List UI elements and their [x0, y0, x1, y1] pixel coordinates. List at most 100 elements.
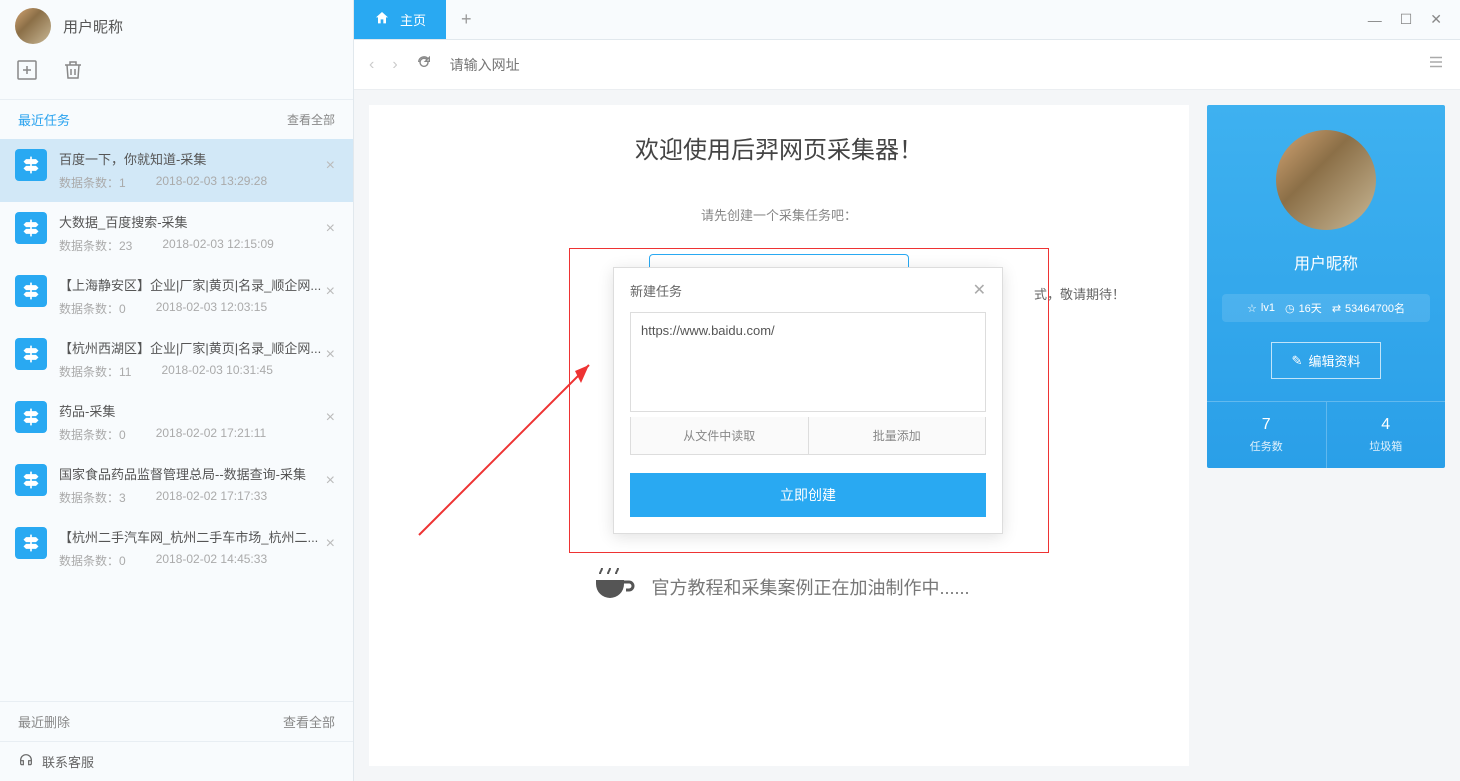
task-close-icon[interactable]: × — [326, 409, 335, 427]
welcome-subtitle: 请先创建一个采集任务吧： — [394, 205, 1164, 224]
task-close-icon[interactable]: × — [326, 346, 335, 364]
minimize-button[interactable]: — — [1368, 12, 1382, 28]
task-item[interactable]: 国家食品药品监督管理总局--数据查询-采集数据条数：3 2018-02-02 17… — [0, 454, 353, 517]
avatar-large[interactable] — [1276, 130, 1376, 230]
profile-tags: ☆ lv1 ◷ 16天 ⇄ 53464700名 — [1222, 294, 1430, 322]
task-title: 【杭州西湖区】企业|厂家|黄页|名录_顺企网... — [59, 338, 338, 357]
dialog-options: 从文件中读取 批量添加 — [630, 417, 986, 455]
recent-delete-header: 最近删除 查看全部 — [0, 702, 353, 741]
task-title: 药品-采集 — [59, 401, 338, 420]
stat-trash[interactable]: 4 垃圾箱 — [1327, 402, 1446, 468]
dialog-title: 新建任务 — [630, 281, 682, 300]
task-time: 2018-02-03 12:03:15 — [156, 300, 267, 317]
task-title: 【上海静安区】企业|厂家|黄页|名录_顺企网... — [59, 275, 338, 294]
task-close-icon[interactable]: × — [326, 535, 335, 553]
signpost-icon — [15, 464, 47, 496]
signpost-icon — [15, 149, 47, 181]
avatar-small[interactable] — [15, 8, 51, 44]
signpost-icon — [15, 401, 47, 433]
task-count: 数据条数：11 — [59, 363, 131, 380]
task-item[interactable]: 【杭州二手汽车网_杭州二手车市场_杭州二... 数据条数：0 2018-02-02 … — [0, 517, 353, 580]
tab-bar: 主页 + — ☐ ✕ — [354, 0, 1460, 40]
signpost-icon — [15, 527, 47, 559]
days-tag: ◷ 16天 — [1285, 300, 1322, 316]
task-close-icon[interactable]: × — [326, 157, 335, 175]
maximize-button[interactable]: ☐ — [1400, 11, 1413, 28]
nav-forward-icon[interactable]: › — [392, 56, 397, 74]
edit-profile-label: 编辑资料 — [1308, 351, 1360, 370]
new-task-icon[interactable] — [15, 58, 39, 87]
sidebar-actions — [0, 52, 353, 99]
stat-trash-num: 4 — [1327, 416, 1446, 434]
hamburger-icon[interactable] — [1427, 53, 1445, 76]
home-icon — [374, 10, 390, 29]
task-item[interactable]: 百度一下，你就知道-采集数据条数：1 2018-02-03 13:29:28 × — [0, 139, 353, 202]
url-bar: ‹ › — [354, 40, 1460, 90]
task-title: 百度一下，你就知道-采集 — [59, 149, 338, 168]
recent-tasks-header: 最近任务 查看全部 — [0, 99, 353, 139]
tab-home[interactable]: 主页 — [354, 0, 446, 39]
edit-profile-button[interactable]: ✎ 编辑资料 — [1271, 342, 1382, 379]
task-count: 数据条数：3 — [59, 489, 126, 506]
pencil-icon: ✎ — [1292, 353, 1303, 369]
coffee-icon — [588, 564, 636, 609]
tab-add[interactable]: + — [446, 0, 487, 39]
dialog-close-icon[interactable]: ✕ — [973, 280, 986, 300]
tab-home-label: 主页 — [400, 10, 426, 29]
task-title: 大数据_百度搜索-采集 — [59, 212, 338, 231]
task-time: 2018-02-02 17:21:11 — [156, 426, 267, 443]
task-time: 2018-02-02 17:17:33 — [156, 489, 267, 506]
dialog-body: 从文件中读取 批量添加 立即创建 — [614, 312, 1002, 533]
footer-message: 官方教程和采集案例正在加油制作中...... — [394, 564, 1164, 609]
url-textarea[interactable] — [630, 312, 986, 412]
signpost-icon — [15, 212, 47, 244]
sidebar-header: 用户昵称 — [0, 0, 353, 52]
profile-stats: 7 任务数 4 垃圾箱 — [1207, 401, 1445, 468]
task-time: 2018-02-03 12:15:09 — [162, 237, 273, 254]
task-time: 2018-02-02 14:45:33 — [156, 552, 267, 569]
view-all-link[interactable]: 查看全部 — [287, 111, 335, 128]
task-time: 2018-02-03 10:31:45 — [161, 363, 272, 380]
task-item[interactable]: 【杭州西湖区】企业|厂家|黄页|名录_顺企网... 数据条数：11 2018-02-… — [0, 328, 353, 391]
task-list: 百度一下，你就知道-采集数据条数：12018-02-03 13:29:28×大数… — [0, 139, 353, 701]
profile-username: 用户昵称 — [1207, 250, 1445, 274]
contact-support[interactable]: 联系客服 — [0, 741, 353, 781]
stat-tasks-num: 7 — [1207, 416, 1326, 434]
task-item[interactable]: 药品-采集数据条数：0 2018-02-02 17:21:11 × — [0, 391, 353, 454]
nav-back-icon[interactable]: ‹ — [369, 56, 374, 74]
batch-add-button[interactable]: 批量添加 — [809, 417, 986, 454]
signpost-icon — [15, 275, 47, 307]
task-count: 数据条数：0 — [59, 426, 126, 443]
dialog-header: 新建任务 ✕ — [614, 268, 1002, 312]
sidebar-footer: 最近删除 查看全部 联系客服 — [0, 701, 353, 781]
level-tag: ☆ lv1 — [1247, 300, 1275, 316]
stat-tasks-label: 任务数 — [1207, 438, 1326, 454]
welcome-title: 欢迎使用后羿网页采集器！ — [394, 130, 1164, 165]
task-count: 数据条数：1 — [59, 174, 126, 191]
sidebar: 用户昵称 最近任务 查看全部 百度一下，你就知道-采集数据条数：1 2018-02… — [0, 0, 354, 781]
signpost-icon — [15, 338, 47, 370]
task-count: 数据条数：0 — [59, 552, 126, 569]
task-count: 数据条数：23 — [59, 237, 132, 254]
read-from-file-button[interactable]: 从文件中读取 — [631, 417, 809, 454]
task-close-icon[interactable]: × — [326, 220, 335, 238]
task-close-icon[interactable]: × — [326, 283, 335, 301]
close-window-button[interactable]: ✕ — [1430, 11, 1442, 28]
task-item[interactable]: 【上海静安区】企业|厂家|黄页|名录_顺企网... 数据条数：0 2018-02-0… — [0, 265, 353, 328]
task-item[interactable]: 大数据_百度搜索-采集数据条数：23 2018-02-03 12:15:09 × — [0, 202, 353, 265]
trash-icon[interactable] — [61, 58, 85, 87]
sidebar-username: 用户昵称 — [63, 16, 123, 37]
view-all-delete-link[interactable]: 查看全部 — [283, 712, 335, 731]
create-now-button[interactable]: 立即创建 — [630, 473, 986, 517]
task-title: 【杭州二手汽车网_杭州二手车市场_杭州二... — [59, 527, 338, 546]
task-time: 2018-02-03 13:29:28 — [156, 174, 267, 191]
reload-icon[interactable] — [416, 54, 432, 75]
contact-label: 联系客服 — [42, 752, 94, 771]
stat-tasks[interactable]: 7 任务数 — [1207, 402, 1327, 468]
url-input[interactable] — [450, 57, 1409, 73]
task-title: 国家食品药品监督管理总局--数据查询-采集 — [59, 464, 338, 483]
task-close-icon[interactable]: × — [326, 472, 335, 490]
task-count: 数据条数：0 — [59, 300, 126, 317]
stat-trash-label: 垃圾箱 — [1327, 438, 1446, 454]
recent-tasks-title: 最近任务 — [18, 110, 70, 129]
